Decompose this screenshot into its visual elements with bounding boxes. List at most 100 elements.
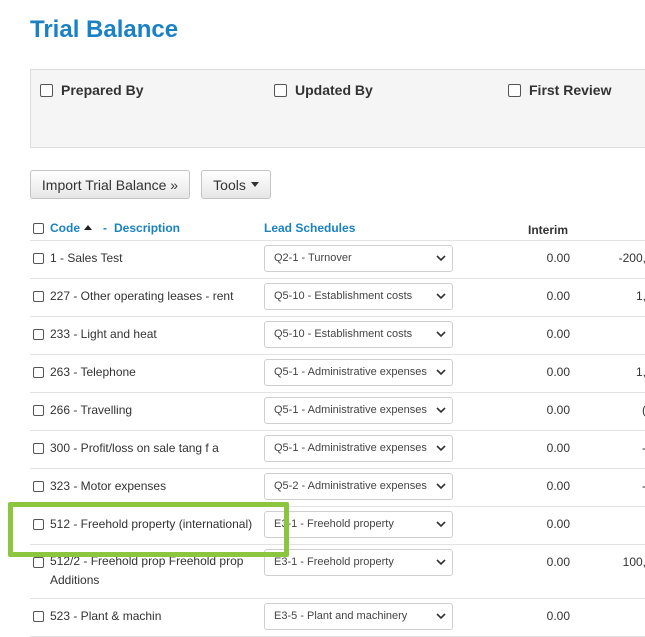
account-label: 300 - Profit/loss on sale tang f a xyxy=(50,441,219,455)
chevron-down-icon xyxy=(436,445,446,452)
interim-value: 0.00 xyxy=(546,479,570,493)
table-row: 523 - Plant & machin E3-5 - Plant and mac… xyxy=(30,598,645,637)
signoff-panel: Prepared By Updated By First Review xyxy=(30,69,645,148)
lead-schedule-value: E3-1 - Freehold property xyxy=(274,518,394,530)
caret-down-icon xyxy=(250,182,259,187)
account-label: 512/2 - Freehold prop Freehold prop Addi… xyxy=(50,554,244,587)
first-review-checkbox[interactable]: First Review xyxy=(508,82,611,98)
updated-by-checkbox[interactable]: Updated By xyxy=(274,82,373,98)
interim-value: 0.00 xyxy=(546,251,570,265)
row-checkbox[interactable] xyxy=(33,405,44,416)
checkbox[interactable] xyxy=(40,83,53,97)
lead-schedule-select[interactable]: Q5-1 - Administrative expenses xyxy=(264,397,453,424)
row-checkbox[interactable] xyxy=(33,557,44,568)
final-value: 1, xyxy=(635,289,645,303)
row-checkbox[interactable] xyxy=(33,519,44,530)
checkbox[interactable] xyxy=(274,83,287,97)
lead-schedule-select[interactable]: E3-5 - Plant and machinery xyxy=(264,603,453,630)
chevron-down-icon xyxy=(436,559,446,566)
lead-schedules-column-header[interactable]: Lead Schedules xyxy=(264,221,355,235)
row-checkbox[interactable] xyxy=(33,329,44,340)
account-label: 512 - Freehold property (international) xyxy=(50,517,253,531)
table-row: 263 - Telephone Q5-1 - Administrative exp… xyxy=(30,354,645,393)
lead-schedule-value: Q5-10 - Establishment costs xyxy=(274,328,413,340)
lead-schedule-value: Q2-1 - Turnover xyxy=(274,252,352,264)
row-checkbox[interactable] xyxy=(33,291,44,302)
account-label: 233 - Light and heat xyxy=(50,327,157,341)
lead-schedule-value: E3-1 - Freehold property xyxy=(274,556,394,568)
row-checkbox[interactable] xyxy=(33,443,44,454)
account-label: 323 - Motor expenses xyxy=(50,479,167,493)
row-checkbox[interactable] xyxy=(33,367,44,378)
account-label: 263 - Telephone xyxy=(50,365,136,379)
interim-column-header: Interim xyxy=(528,223,569,237)
chevron-down-icon xyxy=(436,293,446,300)
account-label: 523 - Plant & machin xyxy=(50,609,162,623)
table-row: 300 - Profit/loss on sale tang f a Q5-1 -… xyxy=(30,430,645,469)
row-checkbox[interactable] xyxy=(33,481,44,492)
interim-value: 0.00 xyxy=(546,555,570,569)
table-row: 1 - Sales Test Q2-1 - Turnover 0.00 -200, xyxy=(30,240,645,279)
final-value: - xyxy=(590,479,645,493)
lead-schedule-value: Q5-10 - Establishment costs xyxy=(274,290,413,302)
interim-value: 0.00 xyxy=(546,327,570,341)
code-header-label: Code xyxy=(50,221,80,235)
code-column-header[interactable]: Code xyxy=(50,221,92,235)
import-button-label: Import Trial Balance » xyxy=(41,176,179,193)
final-value: 1, xyxy=(635,365,645,379)
lead-schedule-select[interactable]: Q2-1 - Turnover xyxy=(264,245,453,272)
lead-schedule-select[interactable]: Q5-10 - Establishment costs xyxy=(264,321,453,348)
lead-schedule-select[interactable]: Q5-10 - Establishment costs xyxy=(264,283,453,310)
table-row: 266 - Travelling Q5-1 - Administrative ex… xyxy=(30,392,645,431)
prepared-by-label: Prepared By xyxy=(61,82,144,98)
sort-ascending-icon xyxy=(84,225,92,230)
final-value: ( xyxy=(590,403,645,417)
account-label: 227 - Other operating leases - rent xyxy=(50,289,234,303)
lead-schedule-value: Q5-1 - Administrative expenses xyxy=(274,366,427,378)
lead-schedule-select[interactable]: E3-1 - Freehold property xyxy=(264,511,453,538)
lead-schedule-select[interactable]: Q5-1 - Administrative expenses xyxy=(264,435,453,462)
account-label: 266 - Travelling xyxy=(50,403,133,417)
interim-value: 0.00 xyxy=(546,403,570,417)
table-row: 233 - Light and heat Q5-10 - Establishmen… xyxy=(30,316,645,355)
tools-button-label: Tools xyxy=(213,176,246,193)
chevron-down-icon xyxy=(436,521,446,528)
tools-dropdown-button[interactable]: Tools xyxy=(201,170,271,199)
chevron-down-icon xyxy=(436,483,446,490)
interim-value: 0.00 xyxy=(546,365,570,379)
page-title: Trial Balance xyxy=(30,16,179,43)
checkbox[interactable] xyxy=(508,83,521,97)
select-all-checkbox[interactable] xyxy=(33,223,44,234)
final-value: - xyxy=(590,441,645,455)
lead-schedule-value: Q5-2 - Administrative expenses xyxy=(274,480,427,492)
table-row: 512/2 - Freehold prop Freehold prop Addi… xyxy=(30,544,645,599)
final-value: 100, xyxy=(622,555,645,569)
table-row: 512 - Freehold property (international) E… xyxy=(30,506,645,545)
chevron-down-icon xyxy=(436,369,446,376)
prepared-by-checkbox[interactable]: Prepared By xyxy=(40,82,143,98)
chevron-down-icon xyxy=(436,331,446,338)
interim-value: 0.00 xyxy=(546,289,570,303)
table-row: 227 - Other operating leases - rent Q5-10… xyxy=(30,278,645,317)
chevron-down-icon xyxy=(436,407,446,414)
description-column-header[interactable]: Description xyxy=(114,221,180,235)
interim-value: 0.00 xyxy=(546,517,570,531)
import-trial-balance-button[interactable]: Import Trial Balance » xyxy=(30,170,190,199)
lead-schedule-value: Q5-1 - Administrative expenses xyxy=(274,442,427,454)
chevron-down-icon xyxy=(436,613,446,620)
row-checkbox[interactable] xyxy=(33,253,44,264)
first-review-label: First Review xyxy=(529,82,612,98)
table-row: 323 - Motor expenses Q5-2 - Administrativ… xyxy=(30,468,645,507)
chevron-down-icon xyxy=(436,255,446,262)
account-label: 1 - Sales Test xyxy=(50,251,123,265)
lead-schedule-value: E3-5 - Plant and machinery xyxy=(274,610,408,622)
lead-schedule-select[interactable]: Q5-1 - Administrative expenses xyxy=(264,359,453,386)
row-checkbox[interactable] xyxy=(33,611,44,622)
header-separator: - xyxy=(103,221,107,235)
final-value: -200, xyxy=(618,251,645,265)
lead-schedule-value: Q5-1 - Administrative expenses xyxy=(274,404,427,416)
lead-schedule-select[interactable]: Q5-2 - Administrative expenses xyxy=(264,473,453,500)
interim-value: 0.00 xyxy=(546,441,570,455)
lead-schedule-select[interactable]: E3-1 - Freehold property xyxy=(264,549,453,576)
updated-by-label: Updated By xyxy=(295,82,373,98)
